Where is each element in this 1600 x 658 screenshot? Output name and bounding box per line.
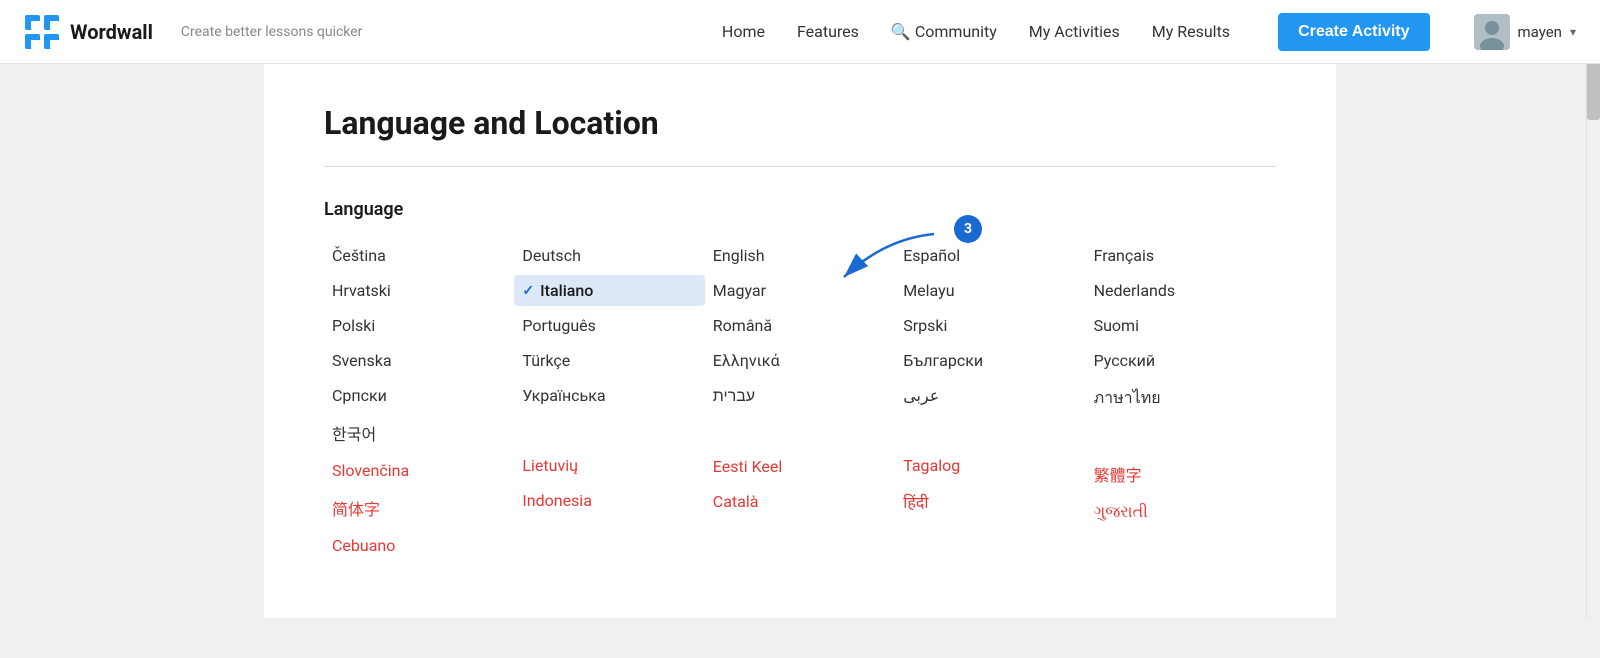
check-icon: ✓ [522, 283, 534, 299]
lang-hrvatski[interactable]: Hrvatski [324, 275, 514, 306]
lang-portugues[interactable]: Português [514, 310, 704, 341]
lang-slovencina[interactable]: Slovenčina [324, 455, 514, 486]
lang-korean[interactable]: 한국어 [324, 415, 514, 451]
lang-turkce[interactable]: Türkçe [514, 345, 704, 376]
lang-catala[interactable]: Català [705, 486, 895, 517]
lang-deutsch[interactable]: Deutsch [514, 240, 704, 271]
logo-text: Wordwall [70, 20, 153, 44]
user-menu[interactable]: mayen ▾ [1474, 14, 1576, 50]
nav-my-results[interactable]: My Results [1152, 22, 1230, 41]
lang-traditional-chinese[interactable]: 繁體字 [1086, 456, 1276, 492]
scrollbar-track[interactable] [1586, 0, 1600, 618]
lang-bulgarian[interactable]: Български [895, 345, 1085, 376]
annotation-badge: 3 [954, 215, 982, 243]
lang-thai[interactable]: ภาษาไทย [1086, 380, 1276, 417]
header: Wordwall Create better lessons quicker H… [0, 0, 1600, 64]
content-panel: Language and Location Language 3 [264, 64, 1336, 618]
avatar [1474, 14, 1510, 50]
lang-indonesia[interactable]: Indonesia [514, 485, 704, 516]
language-section: 3 Čeština [324, 240, 1276, 561]
lang-svenska[interactable]: Svenska [324, 345, 514, 376]
lang-romana[interactable]: Română [705, 310, 895, 341]
header-tagline: Create better lessons quicker [181, 24, 363, 40]
nav-features[interactable]: Features [797, 22, 859, 41]
lang-srpski-cyr[interactable]: Српски [324, 380, 514, 411]
nav-community[interactable]: 🔍 Community [891, 22, 997, 41]
search-icon: 🔍 [891, 22, 911, 41]
nav-my-activities[interactable]: My Activities [1029, 22, 1120, 41]
lang-gujarati[interactable]: ગુજરાતી [1086, 496, 1276, 528]
user-name: mayen [1518, 23, 1562, 41]
lang-hebrew[interactable]: עברית [705, 380, 895, 412]
lang-italiano[interactable]: ✓ Italiano [514, 275, 704, 306]
lang-russian[interactable]: Русский [1086, 345, 1276, 376]
language-grid: Čeština Hrvatski Polski Svenska Српски 한… [324, 240, 1276, 561]
lang-nederlands[interactable]: Nederlands [1086, 275, 1276, 306]
lang-tagalog[interactable]: Tagalog [895, 450, 1085, 481]
lang-greek[interactable]: Ελληνικά [705, 345, 895, 376]
lang-srpski[interactable]: Srpski [895, 310, 1085, 341]
section-label: Language [324, 199, 1276, 220]
main-nav: Home Features 🔍 Community My Activities … [722, 13, 1576, 51]
lang-arabic[interactable]: عربى [895, 380, 1085, 411]
logo-area[interactable]: Wordwall [24, 14, 153, 50]
lang-suomi[interactable]: Suomi [1086, 310, 1276, 341]
page-title: Language and Location [324, 104, 1276, 142]
annotation-arrow [824, 229, 944, 289]
main-content: Language and Location Language 3 [0, 64, 1600, 658]
nav-home[interactable]: Home [722, 22, 765, 41]
create-activity-button[interactable]: Create Activity [1278, 13, 1429, 51]
wordwall-logo-icon [24, 14, 60, 50]
lang-polski[interactable]: Polski [324, 310, 514, 341]
divider [324, 166, 1276, 167]
lang-cestina[interactable]: Čeština [324, 240, 514, 271]
lang-cebuano[interactable]: Cebuano [324, 530, 514, 561]
lang-lithuanian[interactable]: Lietuvių [514, 450, 704, 481]
lang-hindi[interactable]: हिंदी [895, 485, 1085, 519]
lang-simplified-chinese[interactable]: 简体字 [324, 490, 514, 526]
lang-estonian[interactable]: Eesti Keel [705, 451, 895, 482]
lang-ukrainska[interactable]: Українська [514, 380, 704, 411]
lang-col-5: Français Nederlands Suomi Русский ภาษาไท… [1086, 240, 1276, 561]
chevron-down-icon: ▾ [1570, 25, 1576, 39]
lang-col-1: Čeština Hrvatski Polski Svenska Српски 한… [324, 240, 514, 561]
lang-francais[interactable]: Français [1086, 240, 1276, 271]
avatar-image [1474, 14, 1510, 50]
lang-col-2: Deutsch ✓ Italiano Português Türkçe Укра… [514, 240, 704, 561]
